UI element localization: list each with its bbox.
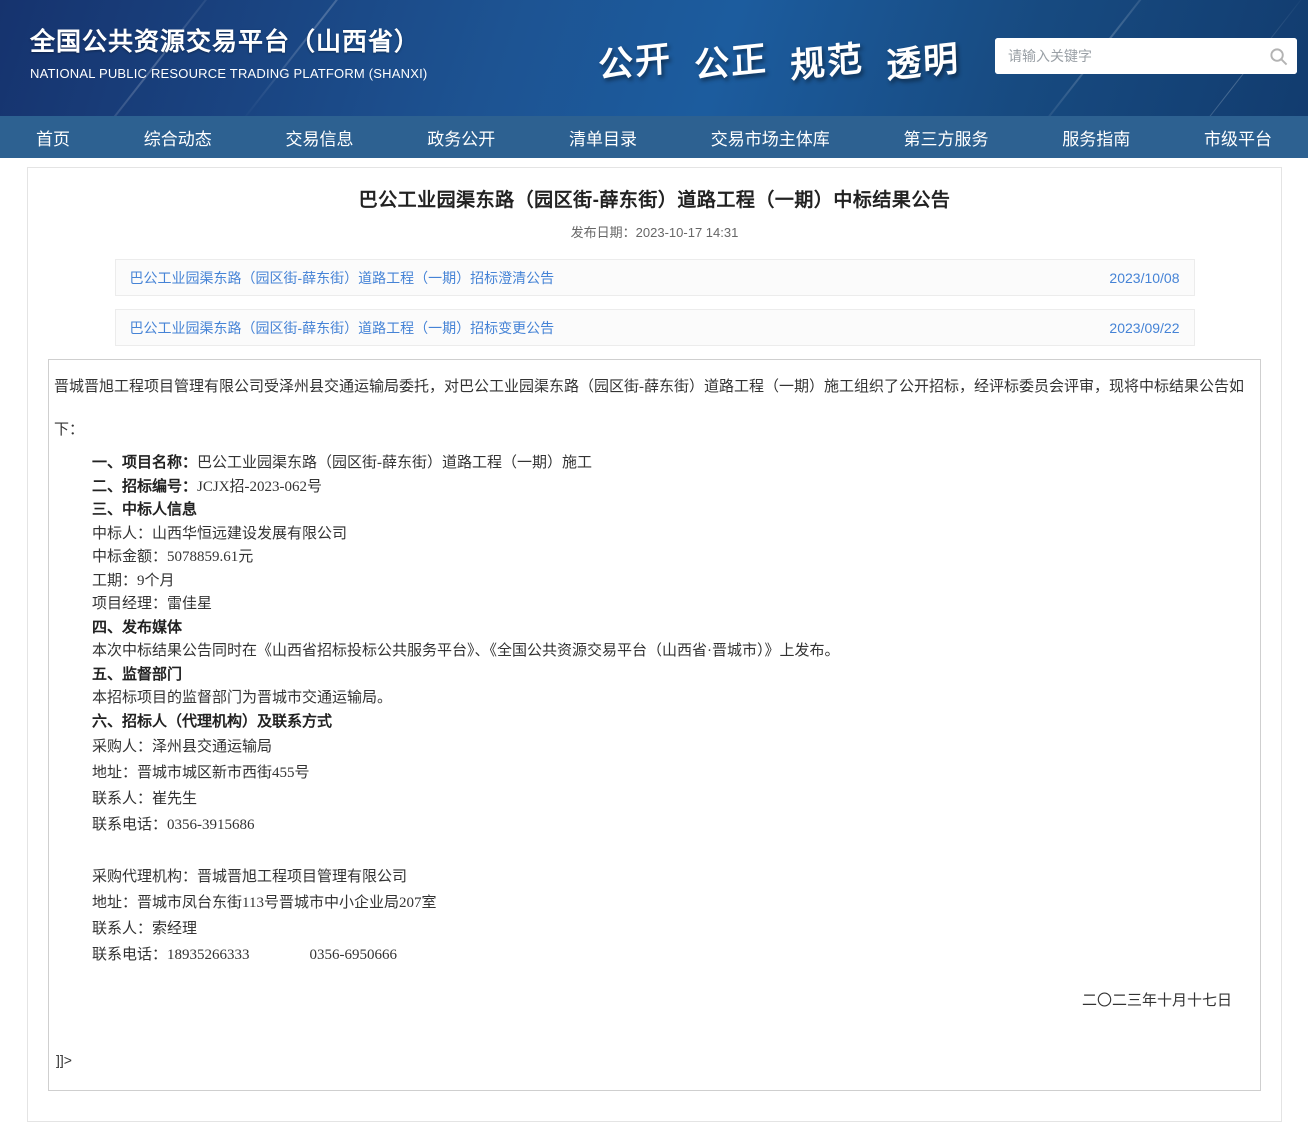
section-text: 地址：晋城市城区新市西街455号 — [92, 765, 310, 781]
article-line: 本次中标结果公告同时在《山西省招标投标公共服务平台》、《全国公共资源交易平台（山… — [54, 640, 1252, 664]
section-heading: 四、发布媒体 — [92, 620, 182, 636]
article-line: 四、发布媒体 — [54, 617, 1252, 641]
section-text: 联系人：索经理 — [92, 921, 197, 937]
section-text: 巴公工业园渠东路（园区街-薛东街）道路工程（一期）施工 — [197, 455, 592, 471]
article-line: 六、招标人（代理机构）及联系方式 — [54, 711, 1252, 735]
section-text: 联系人：崔先生 — [92, 791, 197, 807]
related-link-date: 2023/09/22 — [1109, 320, 1179, 336]
related-link-date: 2023/10/08 — [1109, 270, 1179, 286]
site-brand: 全国公共资源交易平台（山西省） NATIONAL PUBLIC RESOURCE… — [30, 22, 427, 81]
article-line: 一、项目名称：巴公工业园渠东路（园区街-薛东街）道路工程（一期）施工 — [54, 452, 1252, 476]
publish-date-line: 发布日期：2023-10-17 14:31 — [28, 222, 1281, 241]
section-text: 工期：9个月 — [92, 573, 175, 589]
section-text: 中标金额：5078859.61元 — [92, 549, 253, 565]
site-title: 全国公共资源交易平台（山西省） — [30, 22, 427, 58]
intro-paragraph: 晋城晋旭工程项目管理有限公司受泽州县交通运输局委托，对巴公工业园渠东路（园区街-… — [54, 366, 1252, 452]
slogan-word: 公正 — [693, 30, 768, 89]
signature-date: 二〇二三年十月十七日 — [54, 989, 1252, 1010]
slogan-word: 规范 — [789, 30, 864, 89]
trailing-cdata-text: ]]> — [54, 1052, 1252, 1068]
section-text: JCJX招-2023-062号 — [197, 479, 322, 495]
section-heading: 一、项目名称： — [92, 455, 197, 471]
section-text: 中标人：山西华恒远建设发展有限公司 — [92, 526, 347, 542]
article-line: 中标人：山西华恒远建设发展有限公司 — [54, 523, 1252, 547]
search-icon[interactable] — [1259, 38, 1297, 74]
article-line: 采购人：泽州县交通运输局 — [54, 734, 1252, 760]
site-subtitle: NATIONAL PUBLIC RESOURCE TRADING PLATFOR… — [30, 66, 427, 81]
article-line: 地址：晋城市城区新市西街455号 — [54, 760, 1252, 786]
article-line: 联系人：索经理 — [54, 916, 1252, 942]
article-line: 地址：晋城市凤台东街113号晋城市中小企业局207室 — [54, 890, 1252, 916]
related-link-title: 巴公工业园渠东路（园区街-薛东街）道路工程（一期）招标变更公告 — [130, 318, 555, 338]
content-wrapper: 巴公工业园渠东路（园区街-薛东街）道路工程（一期）中标结果公告 发布日期：202… — [27, 167, 1282, 1122]
article-line: 中标金额：5078859.61元 — [54, 546, 1252, 570]
section-text: 采购代理机构：晋城晋旭工程项目管理有限公司 — [92, 869, 407, 885]
section-heading: 五、监督部门 — [92, 667, 182, 683]
related-link-clarification[interactable]: 巴公工业园渠东路（园区街-薛东街）道路工程（一期）招标澄清公告 2023/10/… — [115, 259, 1195, 296]
article-line: 三、中标人信息 — [54, 499, 1252, 523]
related-link-change[interactable]: 巴公工业园渠东路（园区街-薛东街）道路工程（一期）招标变更公告 2023/09/… — [115, 309, 1195, 346]
section-text: 联系电话：0356-3915686 — [92, 817, 255, 833]
article-line: 联系人：崔先生 — [54, 786, 1252, 812]
article-line: 五、监督部门 — [54, 664, 1252, 688]
site-header: 全国公共资源交易平台（山西省） NATIONAL PUBLIC RESOURCE… — [0, 0, 1308, 116]
section-text: 地址：晋城市凤台东街113号晋城市中小企业局207室 — [92, 895, 436, 911]
section-heading: 三、中标人信息 — [92, 502, 197, 518]
related-announcements: 巴公工业园渠东路（园区街-薛东街）道路工程（一期）招标澄清公告 2023/10/… — [115, 259, 1195, 346]
nav-item-list-catalog[interactable]: 清单目录 — [569, 125, 637, 150]
section-text: 项目经理：雷佳星 — [92, 596, 212, 612]
publish-date-value: 2023-10-17 14:31 — [636, 225, 739, 240]
section-heading: 二、招标编号： — [92, 479, 197, 495]
publish-date-label: 发布日期： — [571, 225, 636, 240]
section-text: 本次中标结果公告同时在《山西省招标投标公共服务平台》、《全国公共资源交易平台（山… — [92, 643, 840, 659]
announcement-body: 晋城晋旭工程项目管理有限公司受泽州县交通运输局委托，对巴公工业园渠东路（园区街-… — [48, 359, 1261, 1091]
nav-item-third-party-services[interactable]: 第三方服务 — [904, 125, 989, 150]
related-link-title: 巴公工业园渠东路（园区街-薛东街）道路工程（一期）招标澄清公告 — [130, 268, 555, 288]
article-line: 联系电话：0356-3915686 — [54, 812, 1252, 838]
section-text: 本招标项目的监督部门为晋城市交通运输局。 — [92, 690, 392, 706]
article-line: 本招标项目的监督部门为晋城市交通运输局。 — [54, 687, 1252, 711]
nav-item-service-guide[interactable]: 服务指南 — [1062, 125, 1130, 150]
article-line: 联系电话：18935266333 0356-6950666 — [54, 942, 1252, 968]
nav-item-market-entities[interactable]: 交易市场主体库 — [711, 125, 830, 150]
section-text: 联系电话：18935266333 0356-6950666 — [92, 947, 397, 963]
slogan-word: 透明 — [885, 30, 960, 89]
search-box — [995, 38, 1297, 74]
search-input[interactable] — [995, 38, 1259, 74]
slogan-word: 公开 — [597, 30, 672, 89]
article-line: 采购代理机构：晋城晋旭工程项目管理有限公司 — [54, 864, 1252, 890]
article-line: 工期：9个月 — [54, 570, 1252, 594]
main-nav: 首页 综合动态 交易信息 政务公开 清单目录 交易市场主体库 第三方服务 服务指… — [0, 116, 1308, 158]
slogan-banner: 公开 公正 规范 透明 — [598, 34, 960, 85]
section-text: 采购人：泽州县交通运输局 — [92, 739, 272, 755]
nav-item-gov-disclosure[interactable]: 政务公开 — [427, 125, 495, 150]
article-line: 二、招标编号：JCJX招-2023-062号 — [54, 476, 1252, 500]
nav-item-trade-info[interactable]: 交易信息 — [286, 125, 354, 150]
nav-item-news[interactable]: 综合动态 — [144, 125, 212, 150]
section-heading: 六、招标人（代理机构）及联系方式 — [92, 714, 332, 730]
article-line: 项目经理：雷佳星 — [54, 593, 1252, 617]
page-title: 巴公工业园渠东路（园区街-薛东街）道路工程（一期）中标结果公告 — [28, 168, 1281, 212]
nav-item-city-platform[interactable]: 市级平台 — [1204, 125, 1272, 150]
nav-item-home[interactable]: 首页 — [36, 125, 70, 150]
